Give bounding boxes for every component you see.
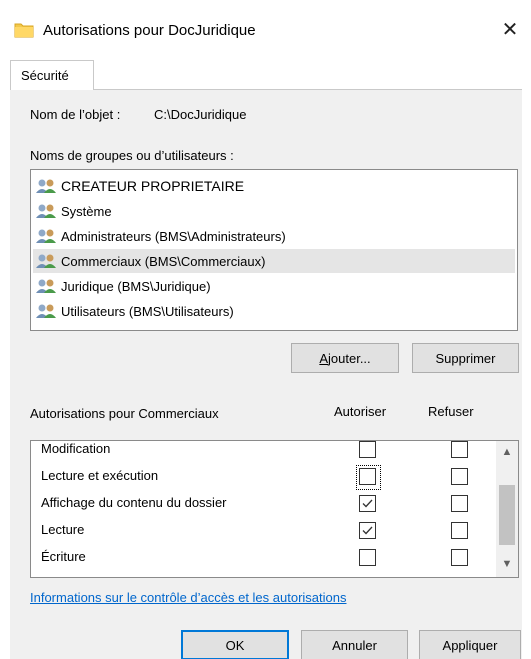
list-item-label: Administrateurs (BMS\Administrateurs) [61, 228, 286, 244]
deny-checkbox[interactable] [451, 522, 468, 539]
permissions-label: Autorisations pour Commerciaux [30, 406, 219, 421]
permission-row: Modification [31, 441, 493, 464]
object-name-value: C:\DocJuridique [154, 107, 247, 122]
permission-row: Affichage du contenu du dossier [31, 491, 493, 518]
permission-label: Lecture [41, 522, 85, 537]
allow-checkbox[interactable] [359, 549, 376, 566]
users-icon [36, 279, 56, 293]
users-icon [36, 204, 56, 218]
allow-checkbox[interactable] [356, 465, 381, 490]
allow-header: Autoriser [334, 404, 387, 419]
list-item-label: Commerciaux (BMS\Commerciaux) [61, 253, 266, 269]
checkmark-icon [362, 499, 373, 508]
list-item[interactable]: Système [33, 199, 515, 223]
add-button-label: jouter... [328, 350, 371, 366]
scroll-down-icon[interactable]: ▼ [496, 553, 518, 575]
checkmark-icon [362, 526, 373, 535]
list-item[interactable]: CREATEUR PROPRIETAIRE [33, 174, 515, 198]
permission-label: Modification [41, 441, 111, 456]
list-item-label: Juridique (BMS\Juridique) [61, 278, 211, 294]
ok-button[interactable]: OK [181, 630, 289, 659]
list-item-label: Utilisateurs (BMS\Utilisateurs) [61, 303, 234, 319]
title-bar: Autorisations pour DocJuridique ✕ [0, 0, 531, 60]
permission-row: Lecture et exécution [31, 464, 493, 491]
permission-row: Lecture [31, 518, 493, 545]
permissions-scrollbar[interactable]: ▲ ▼ [496, 441, 518, 577]
list-item-label: CREATEUR PROPRIETAIRE [61, 178, 245, 194]
list-item[interactable]: Administrateurs (BMS\Administrateurs) [33, 224, 515, 248]
deny-checkbox[interactable] [451, 549, 468, 566]
access-control-info-link[interactable]: Informations sur le contrôle d’accès et … [30, 590, 347, 605]
allow-checkbox[interactable] [359, 495, 376, 512]
permission-row: Écriture [31, 545, 493, 572]
deny-checkbox[interactable] [451, 468, 468, 485]
list-item[interactable]: Juridique (BMS\Juridique) [33, 274, 515, 298]
allow-checkbox[interactable] [359, 522, 376, 539]
groups-listbox[interactable]: CREATEUR PROPRIETAIRE Système Administra… [30, 169, 518, 331]
users-icon [36, 179, 56, 193]
scroll-up-icon[interactable]: ▲ [496, 441, 518, 463]
allow-checkbox[interactable] [359, 441, 376, 458]
add-button[interactable]: Ajouter... [291, 343, 399, 373]
deny-header: Refuser [428, 404, 474, 419]
permission-label: Lecture et exécution [41, 468, 159, 483]
deny-checkbox[interactable] [451, 495, 468, 512]
remove-button[interactable]: Supprimer [412, 343, 519, 373]
add-button-accel: A [319, 350, 329, 366]
folder-icon [14, 23, 34, 38]
users-icon [36, 304, 56, 318]
window-title: Autorisations pour DocJuridique [43, 22, 256, 39]
tab-securite[interactable]: Sécurité [10, 60, 94, 90]
object-name-label: Nom de l’objet : [30, 107, 121, 122]
groups-label: Noms de groupes ou d’utilisateurs : [30, 148, 234, 163]
permissions-list: Modification Lecture et exécution Affich… [30, 440, 519, 578]
users-icon [36, 229, 56, 243]
permission-label: Écriture [41, 549, 86, 564]
list-item-label: Système [61, 203, 112, 219]
permission-label: Affichage du contenu du dossier [41, 495, 227, 510]
close-icon: ✕ [501, 18, 519, 41]
users-icon [36, 254, 56, 268]
close-button[interactable]: ✕ [495, 14, 525, 44]
apply-button[interactable]: Appliquer [419, 630, 521, 659]
list-item-selected[interactable]: Commerciaux (BMS\Commerciaux) [33, 249, 515, 273]
scroll-thumb[interactable] [499, 485, 515, 545]
deny-checkbox[interactable] [451, 441, 468, 458]
cancel-button[interactable]: Annuler [301, 630, 408, 659]
list-item[interactable]: Utilisateurs (BMS\Utilisateurs) [33, 299, 515, 323]
